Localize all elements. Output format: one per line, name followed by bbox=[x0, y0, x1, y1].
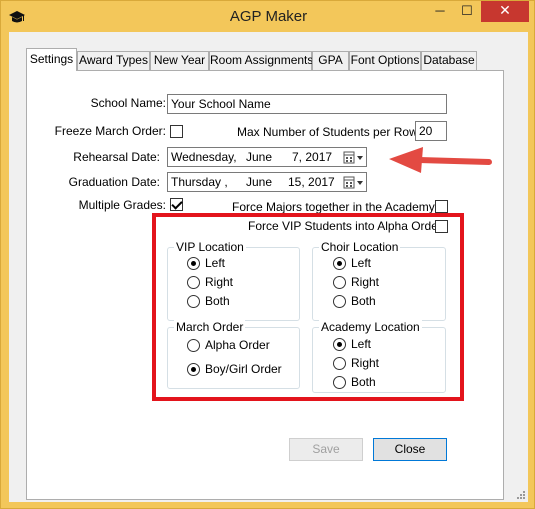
rehearsal-date-picker[interactable]: Wednesday, June 7, 2017 bbox=[167, 147, 367, 167]
calendar-icon[interactable] bbox=[342, 175, 364, 190]
max-students-label: Max Number of Students per Row: bbox=[237, 125, 422, 139]
graduation-weekday: Thursday , bbox=[171, 175, 228, 189]
tab-room-assignments[interactable]: Room Assignments bbox=[209, 51, 313, 70]
highlight-box bbox=[152, 213, 464, 401]
school-name-input[interactable]: Your School Name bbox=[167, 94, 447, 114]
rehearsal-date-label: Rehearsal Date: bbox=[73, 150, 160, 164]
title-bar[interactable]: AGP Maker ─ ☐ ✕ bbox=[1, 1, 535, 32]
resize-grip-icon[interactable] bbox=[516, 490, 526, 500]
tab-new-year[interactable]: New Year bbox=[150, 51, 209, 70]
tab-settings[interactable]: Settings bbox=[26, 48, 77, 71]
calendar-icon[interactable] bbox=[342, 150, 364, 165]
client-area: Settings Award Types New Year Room Assig… bbox=[9, 32, 528, 502]
force-majors-label: Force Majors together in the Academys bbox=[232, 200, 441, 214]
rehearsal-day: 7, 2017 bbox=[292, 150, 333, 164]
graduation-date-picker[interactable]: Thursday , June 15, 2017 bbox=[167, 172, 367, 192]
app-window: AGP Maker ─ ☐ ✕ Settings Award Types New… bbox=[0, 0, 535, 509]
maximize-button[interactable]: ☐ bbox=[454, 1, 480, 22]
rehearsal-month: June bbox=[246, 150, 273, 164]
graduation-day: 15, 2017 bbox=[288, 175, 335, 189]
tab-award-types[interactable]: Award Types bbox=[77, 51, 150, 70]
save-button[interactable]: Save bbox=[289, 438, 363, 461]
multiple-grades-label: Multiple Grades: bbox=[78, 198, 166, 212]
settings-panel: School Name: Your School Name Freeze Mar… bbox=[26, 70, 504, 500]
arrow-annotation-icon bbox=[389, 147, 492, 173]
freeze-march-checkbox[interactable] bbox=[170, 125, 183, 138]
tab-font-options[interactable]: Font Options bbox=[349, 51, 421, 70]
minimize-button[interactable]: ─ bbox=[427, 1, 453, 22]
max-students-input[interactable]: 20 bbox=[415, 121, 447, 141]
close-button[interactable]: Close bbox=[373, 438, 447, 461]
freeze-march-label: Freeze March Order: bbox=[54, 124, 166, 138]
graduation-date-label: Graduation Date: bbox=[68, 175, 160, 189]
school-name-label: School Name: bbox=[90, 96, 166, 110]
multiple-grades-checkbox[interactable] bbox=[170, 198, 183, 211]
rehearsal-weekday: Wednesday, bbox=[171, 150, 237, 164]
tab-gpa[interactable]: GPA bbox=[312, 51, 349, 70]
graduation-month: June bbox=[246, 175, 273, 189]
tab-database[interactable]: Database bbox=[421, 51, 477, 70]
close-window-button[interactable]: ✕ bbox=[481, 1, 529, 22]
force-majors-checkbox[interactable] bbox=[435, 200, 448, 213]
